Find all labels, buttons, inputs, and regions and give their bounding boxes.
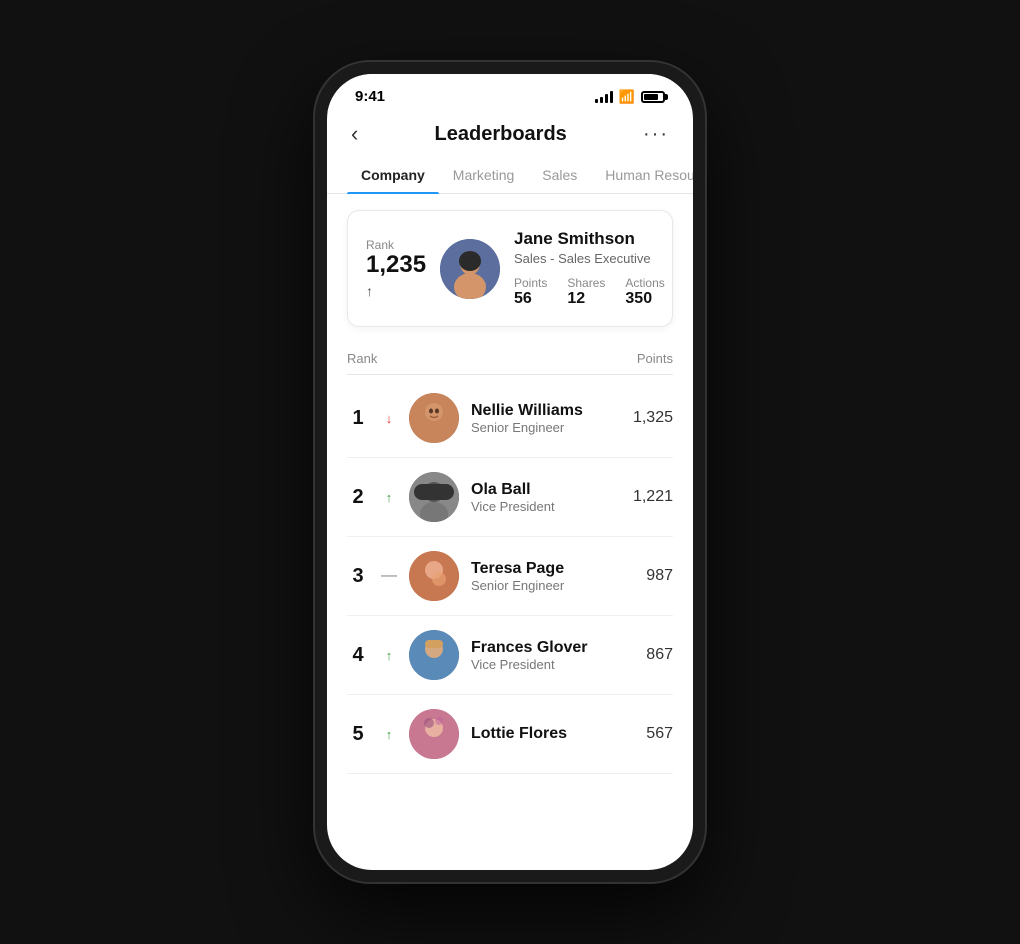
list-item[interactable]: 3 — Teresa Page Senior Engineer [347, 537, 673, 616]
status-time: 9:41 [355, 88, 385, 105]
avatar-nellie [409, 393, 459, 443]
back-button[interactable]: ‹ [351, 121, 358, 147]
item-rank-1: 1 [347, 407, 369, 430]
list-item[interactable]: 4 ↑ Frances Glover Vice President [347, 616, 673, 695]
list-header-points: Points [637, 351, 673, 366]
leaderboard-list: 1 ↓ Nellie Wil [347, 379, 673, 774]
avatar-frances [409, 630, 459, 680]
stat-shares: Shares 12 [567, 276, 605, 308]
current-user-info: Jane Smithson Sales - Sales Executive Po… [514, 229, 665, 308]
item-name-3: Teresa Page [471, 560, 634, 578]
list-header-rank: Rank [347, 351, 377, 366]
rank-trend-icon: ↑ [366, 283, 373, 299]
item-trend-5: ↑ [381, 727, 397, 742]
item-info-5: Lottie Flores [471, 725, 634, 743]
stat-actions: Actions 350 [625, 276, 664, 308]
actions-value: 350 [625, 290, 664, 308]
phone-frame: 9:41 📶 ‹ Leaderboards ··· Company [315, 62, 705, 882]
avatar-ola [409, 472, 459, 522]
rank-section: Rank 1,235 ↑ [366, 238, 426, 298]
rank-label: Rank [366, 238, 394, 252]
more-button[interactable]: ··· [643, 123, 669, 146]
tab-hr[interactable]: Human Resources [591, 159, 693, 193]
current-user-avatar [440, 239, 500, 299]
tab-sales[interactable]: Sales [528, 159, 591, 193]
current-user-card: Rank 1,235 ↑ Jane Smithson Sales - [347, 210, 673, 327]
stat-points: Points 56 [514, 276, 547, 308]
item-name-1: Nellie Williams [471, 402, 621, 420]
list-item[interactable]: 5 ↑ Lottie Flores [347, 695, 673, 774]
item-role-1: Senior Engineer [471, 420, 621, 435]
item-rank-5: 5 [347, 723, 369, 746]
item-role-2: Vice President [471, 499, 621, 514]
item-points-1: 1,325 [633, 409, 673, 427]
item-role-4: Vice President [471, 657, 634, 672]
header: ‹ Leaderboards ··· [327, 113, 693, 159]
phone-screen: 9:41 📶 ‹ Leaderboards ··· Company [327, 74, 693, 870]
item-info-2: Ola Ball Vice President [471, 481, 621, 514]
status-icons: 📶 [595, 89, 665, 105]
tab-bar: Company Marketing Sales Human Resources [327, 159, 693, 194]
avatar-teresa [409, 551, 459, 601]
status-bar: 9:41 📶 [327, 74, 693, 113]
shares-value: 12 [567, 290, 605, 308]
item-trend-3: — [381, 567, 397, 585]
list-header: Rank Points [347, 347, 673, 375]
actions-label: Actions [625, 276, 664, 290]
page-title: Leaderboards [435, 123, 567, 146]
list-item[interactable]: 1 ↓ Nellie Wil [347, 379, 673, 458]
current-user-name: Jane Smithson [514, 229, 665, 249]
wifi-icon: 📶 [619, 89, 635, 105]
item-points-5: 567 [646, 725, 673, 743]
item-trend-2: ↑ [381, 490, 397, 505]
points-value: 56 [514, 290, 547, 308]
item-points-4: 867 [646, 646, 673, 664]
shares-label: Shares [567, 276, 605, 290]
battery-icon [641, 91, 665, 103]
main-content: Rank 1,235 ↑ Jane Smithson Sales - [327, 194, 693, 870]
list-item[interactable]: 2 ↑ Ola Ball Vice President [347, 458, 673, 537]
item-info-4: Frances Glover Vice President [471, 639, 634, 672]
item-rank-2: 2 [347, 486, 369, 509]
item-name-4: Frances Glover [471, 639, 634, 657]
item-info-1: Nellie Williams Senior Engineer [471, 402, 621, 435]
item-name-2: Ola Ball [471, 481, 621, 499]
signal-icon [595, 91, 613, 103]
item-rank-3: 3 [347, 565, 369, 588]
tab-marketing[interactable]: Marketing [439, 159, 528, 193]
item-trend-4: ↑ [381, 648, 397, 663]
item-points-3: 987 [646, 567, 673, 585]
item-name-5: Lottie Flores [471, 725, 634, 743]
avatar-lottie [409, 709, 459, 759]
rank-number: 1,235 [366, 252, 426, 278]
item-points-2: 1,221 [633, 488, 673, 506]
current-user-role: Sales - Sales Executive [514, 251, 665, 266]
item-info-3: Teresa Page Senior Engineer [471, 560, 634, 593]
stats-row: Points 56 Shares 12 Actions 350 [514, 276, 665, 308]
tab-company[interactable]: Company [347, 159, 439, 193]
item-trend-1: ↓ [381, 411, 397, 426]
points-label: Points [514, 276, 547, 290]
item-role-3: Senior Engineer [471, 578, 634, 593]
item-rank-4: 4 [347, 644, 369, 667]
